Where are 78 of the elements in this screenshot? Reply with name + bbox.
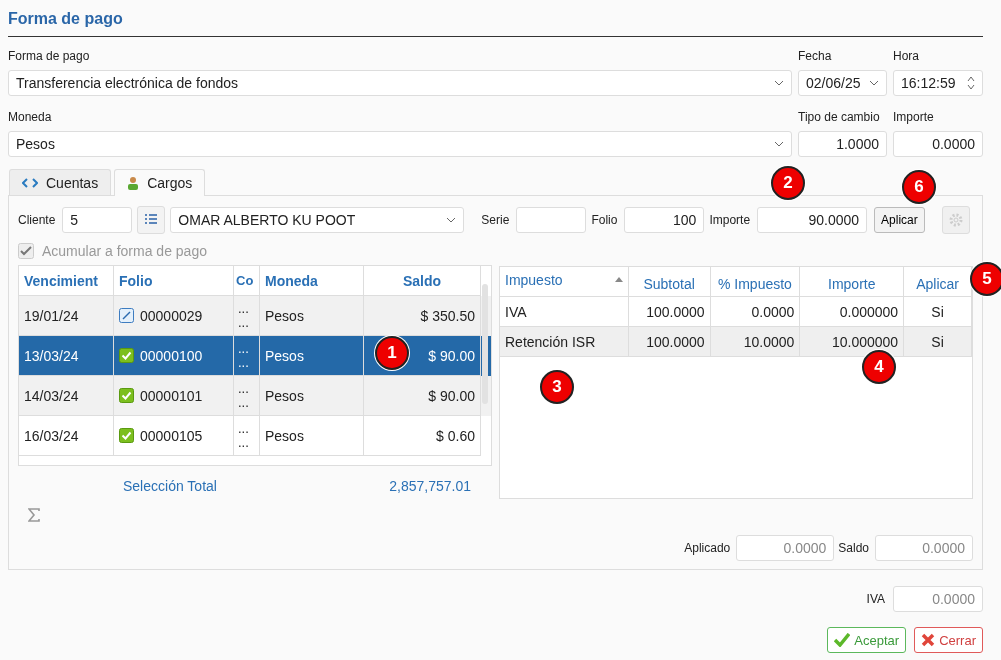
field-label: Cliente xyxy=(18,213,56,227)
field-label: Importe xyxy=(893,110,935,125)
callout-badge: 2 xyxy=(771,166,805,200)
sum-icon[interactable] xyxy=(28,508,40,522)
chevron-icon xyxy=(774,141,784,147)
column-header[interactable]: Impuesto xyxy=(500,267,629,297)
table-cell: 10.0000 xyxy=(710,327,801,357)
table-cell: 00000029 xyxy=(140,307,203,324)
column-header[interactable]: % Impuesto xyxy=(710,267,801,297)
check-icon xyxy=(834,633,851,647)
table-cell: Pesos xyxy=(260,416,364,456)
settings-icon xyxy=(947,212,964,228)
folio-field[interactable]: 100 xyxy=(624,207,705,233)
table-cell: Retención ISR xyxy=(500,327,629,357)
chevron-icon xyxy=(869,80,879,86)
selection-total-label: Selección Total xyxy=(123,478,217,494)
applied-field[interactable]: 0.0000 xyxy=(736,535,835,561)
exchange-rate-field[interactable]: 1.0000 xyxy=(798,131,887,157)
client-name-dropdown[interactable]: OMAR ALBERTO KU POOT xyxy=(170,207,465,233)
table-row[interactable]: 14/03/24 00000101 ... ... Pesos $ 90.00 xyxy=(19,376,491,416)
field-label: Moneda xyxy=(8,110,53,125)
table-cell: $ 90.00 xyxy=(364,376,481,416)
table-cell: $ 0.60 xyxy=(364,416,481,456)
field-label: Fecha xyxy=(798,49,833,64)
person-icon xyxy=(127,176,140,190)
spinner-icon xyxy=(967,75,975,91)
sort-icon xyxy=(614,277,623,282)
payment-method-dropdown[interactable]: Transferencia electrónica de fondos xyxy=(8,70,792,96)
callout-badge: 5 xyxy=(970,262,1001,296)
table-cell: Si xyxy=(904,327,972,357)
table-cell: 100.0000 xyxy=(628,327,711,357)
table-cell: 00000101 xyxy=(140,387,203,404)
table-cell: 16/03/24 xyxy=(19,416,114,456)
column-header[interactable]: Importe xyxy=(800,267,905,297)
column-header[interactable]: Subtotal xyxy=(628,267,711,297)
table-cell: 00000100 xyxy=(140,347,203,364)
field-label: IVA xyxy=(866,592,885,606)
table-row[interactable]: 16/03/24 00000105 ... ... Pesos $ 0.60 xyxy=(19,416,491,456)
settings-button[interactable] xyxy=(941,206,970,234)
table-row[interactable]: 19/01/24 00000029 ... ... Pesos $ 350.50 xyxy=(19,296,491,336)
amount-field[interactable]: 90.0000 xyxy=(757,207,868,233)
close-button[interactable]: Cerrar xyxy=(914,627,983,653)
client-id-field[interactable]: 5 xyxy=(62,207,133,233)
field-label: Serie xyxy=(481,213,510,227)
currency-dropdown[interactable]: Pesos xyxy=(8,131,792,157)
callout-badge: 6 xyxy=(902,170,936,204)
table-cell: ... ... xyxy=(234,376,260,416)
chevron-icon xyxy=(774,80,784,86)
iva-field[interactable]: 0.0000 xyxy=(893,586,983,612)
chevron-icon xyxy=(446,217,457,223)
checkbox-label: Acumular a forma de pago xyxy=(42,243,207,259)
amount-field[interactable]: 0.0000 xyxy=(893,131,983,157)
scrollbar[interactable] xyxy=(482,284,488,404)
close-icon xyxy=(921,633,936,647)
tab[interactable]: Cargos xyxy=(114,169,206,196)
field-label: Folio xyxy=(591,213,618,227)
table-row[interactable]: Retención ISR 100.0000 10.0000 10.000000 Si xyxy=(500,327,972,357)
list-button[interactable] xyxy=(137,206,166,234)
selection-total-value: 2,857,757.01 xyxy=(389,478,471,494)
table-cell: ... ... xyxy=(234,416,260,456)
apply-button[interactable]: Aplicar xyxy=(874,207,925,233)
table-cell: 00000105 xyxy=(140,427,203,444)
field-label: Importe xyxy=(709,213,751,227)
field-label: Tipo de cambio xyxy=(798,110,881,125)
field-label: Hora xyxy=(893,49,920,64)
field-label: Aplicado xyxy=(684,541,731,555)
tab[interactable]: Cuentas xyxy=(9,169,112,195)
field-label: Saldo xyxy=(838,541,869,555)
table-cell: Pesos xyxy=(260,376,364,416)
balance-field[interactable]: 0.0000 xyxy=(875,535,973,561)
series-field[interactable] xyxy=(516,207,587,233)
time-field[interactable]: 16:12:59 xyxy=(893,70,983,96)
table-cell: 14/03/24 xyxy=(19,376,114,416)
field-label: Forma de pago xyxy=(8,49,91,64)
accept-button[interactable]: Aceptar xyxy=(827,627,907,653)
form-title: Forma de pago xyxy=(8,0,983,37)
arrows-icon xyxy=(22,177,38,188)
date-field[interactable]: 02/06/25 xyxy=(798,70,887,96)
